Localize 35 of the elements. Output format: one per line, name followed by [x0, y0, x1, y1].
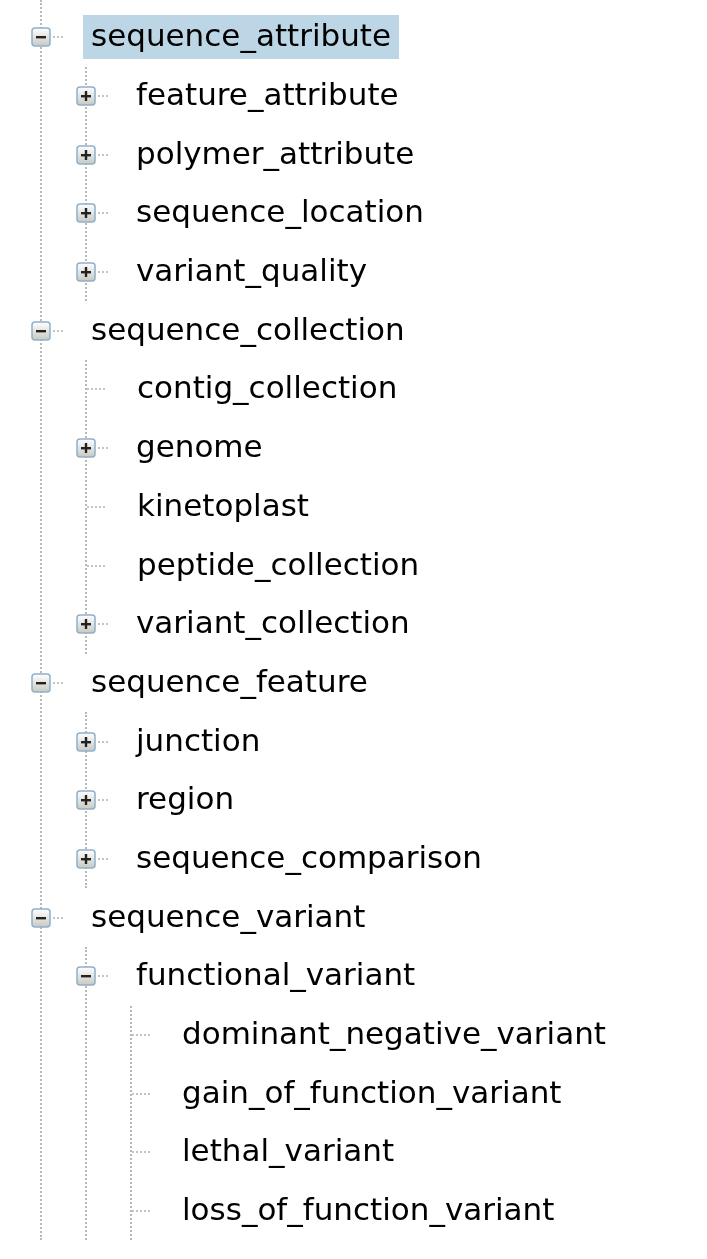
tree-item[interactable]: sequence_feature	[83, 660, 376, 705]
expand-icon[interactable]	[76, 144, 96, 165]
tree-item[interactable]: sequence_location	[128, 191, 432, 236]
tree-item[interactable]: variant_collection	[128, 602, 418, 647]
tree-item[interactable]: region	[128, 778, 243, 823]
expand-icon[interactable]	[76, 614, 96, 635]
tree-item[interactable]: lethal_variant	[174, 1130, 403, 1175]
tree-item[interactable]: peptide_collection	[129, 543, 428, 588]
tree-item[interactable]: sequence_comparison	[128, 836, 490, 881]
tree-item[interactable]: functional_variant	[128, 954, 424, 999]
expand-icon[interactable]	[76, 203, 96, 224]
tree-item[interactable]: variant_quality	[128, 250, 376, 295]
tree-item[interactable]: polymer_attribute	[128, 132, 423, 177]
expand-icon[interactable]	[76, 790, 96, 811]
tree-item[interactable]: genome	[128, 426, 271, 471]
tree-item[interactable]: sequence_collection	[83, 308, 413, 353]
expand-icon[interactable]	[76, 86, 96, 107]
collapse-icon[interactable]	[31, 907, 51, 928]
expand-icon[interactable]	[76, 731, 96, 752]
tree-item[interactable]: loss_of_function_variant	[174, 1189, 563, 1234]
tree-item[interactable]: contig_collection	[129, 367, 406, 412]
collapse-icon[interactable]	[31, 672, 51, 693]
tree-item[interactable]: dominant_negative_variant	[174, 1013, 614, 1058]
collapse-icon[interactable]	[76, 966, 96, 987]
tree-item[interactable]: feature_attribute	[128, 74, 407, 119]
expand-icon[interactable]	[76, 438, 96, 459]
tree-item[interactable]: sequence_variant	[83, 895, 374, 940]
tree-item[interactable]: junction	[128, 719, 269, 764]
expand-icon[interactable]	[76, 262, 96, 283]
collapse-icon[interactable]	[31, 27, 51, 48]
tree-item[interactable]: kinetoplast	[129, 484, 317, 529]
expand-icon[interactable]	[76, 848, 96, 869]
tree-item[interactable]: gain_of_function_variant	[174, 1071, 570, 1116]
collapse-icon[interactable]	[31, 320, 51, 341]
tree-item[interactable]: sequence_attribute	[83, 15, 400, 60]
